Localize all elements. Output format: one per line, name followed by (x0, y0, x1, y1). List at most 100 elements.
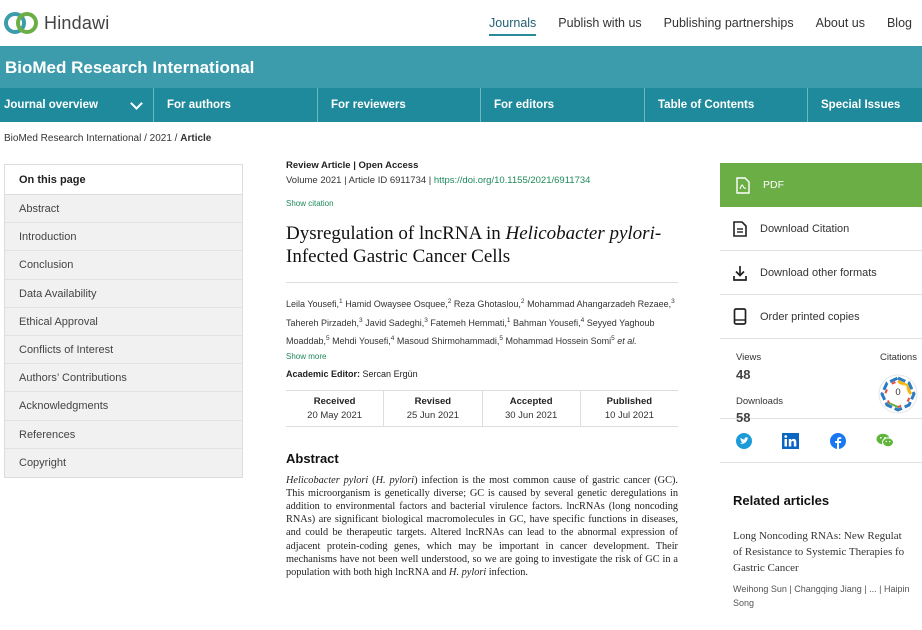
toc-item-acknowledgments[interactable]: Acknowledgments (5, 392, 242, 421)
abstract-italic: H. pylori (449, 566, 487, 578)
et-al: et al. (617, 336, 637, 346)
wechat-icon[interactable] (861, 433, 908, 448)
on-this-page-nav: On this page Abstract Introduction Concl… (4, 164, 243, 478)
date-value: 10 Jul 2021 (604, 409, 654, 421)
author-name[interactable]: Reza Ghotaslou, (454, 299, 521, 309)
author-name[interactable]: Javid Sadeghi, (365, 318, 424, 328)
document-icon (733, 220, 747, 237)
toc-item-abstract[interactable]: Abstract (5, 195, 242, 224)
download-formats-label: Download other formats (760, 266, 877, 279)
author-affiliation: 3 (424, 316, 428, 324)
nav-publish-with-us[interactable]: Publish with us (558, 0, 641, 46)
article-main: Review Article | Open Access Volume 2021… (286, 160, 678, 579)
abstract-heading: Abstract (286, 450, 339, 466)
related-article-title[interactable]: Long Noncoding RNAs: New Regulat of Resi… (733, 528, 922, 576)
title-part: Dysregulation of lncRNA in (286, 223, 506, 244)
nav-about-us[interactable]: About us (816, 0, 865, 46)
download-citation-button[interactable]: Download Citation (720, 207, 922, 251)
subnav-label: For authors (167, 99, 231, 111)
linkedin-icon[interactable] (767, 432, 814, 449)
downloads-label: Downloads (736, 396, 783, 407)
toc-item-data-availability[interactable]: Data Availability (5, 280, 242, 308)
facebook-icon[interactable] (814, 432, 861, 449)
author-affiliation: 2 (447, 298, 452, 305)
editor-name[interactable]: Sercan Ergün (363, 369, 418, 379)
breadcrumb-year[interactable]: 2021 (150, 133, 172, 144)
breadcrumb-current: Article (180, 133, 212, 144)
article-tools-panel: PDF Download Citation Download other for… (720, 163, 922, 610)
show-citation-link[interactable]: Show citation (286, 199, 678, 208)
author-list: Leila Yousefi, 1 Hamid Owaysee Osquee,2 R… (286, 294, 678, 350)
toc-item-references[interactable]: References (5, 421, 242, 449)
views-label: Views (736, 352, 762, 363)
subnav-table-of-contents[interactable]: Table of Contents (645, 88, 808, 122)
related-author-line: Weihong Sun | Changqing Jiang | ... | Ha… (733, 584, 910, 594)
abstract-span: infection. (486, 566, 528, 578)
subnav-for-authors[interactable]: For authors (154, 88, 318, 122)
toc-item-introduction[interactable]: Introduction (5, 223, 242, 252)
toc-item-authors-contributions[interactable]: Authors’ Contributions (5, 364, 242, 393)
dimensions-citation-badge[interactable]: 0 (878, 374, 918, 414)
date-label: Accepted (509, 395, 553, 407)
subnav-for-editors[interactable]: For editors (481, 88, 645, 122)
toc-item-conclusion[interactable]: Conclusion (5, 251, 242, 280)
subnav-label: Special Issues (821, 99, 901, 111)
date-revised: Revised 25 Jun 2021 (384, 390, 483, 426)
subnav-label: For editors (494, 99, 555, 111)
subnav-for-reviewers[interactable]: For reviewers (318, 88, 481, 122)
doi-link[interactable]: https://doi.org/10.1155/2021/6911734 (434, 175, 591, 186)
top-nav: Journals Publish with us Publishing part… (467, 0, 912, 46)
author-name[interactable]: Bahman Yousefi, (513, 318, 581, 328)
date-accepted: Accepted 30 Jun 2021 (483, 390, 581, 426)
abstract-italic: H. pylori (375, 474, 415, 486)
subnav-label: Journal overview (4, 99, 98, 111)
subnav-journal-overview[interactable]: Journal overview (0, 88, 154, 122)
top-header: Hindawi Journals Publish with us Publish… (0, 0, 922, 46)
author-affiliation: 5 (611, 335, 615, 342)
journal-title[interactable]: BioMed Research International (5, 58, 254, 78)
download-formats-button[interactable]: Download other formats (720, 251, 922, 295)
related-author-line: Song (733, 598, 755, 608)
show-more-authors-link[interactable]: Show more (286, 352, 678, 361)
date-label: Received (313, 395, 356, 407)
article-title: Dysregulation of lncRNA in Helicobacter … (286, 222, 678, 268)
pdf-download-button[interactable]: PDF (720, 163, 922, 207)
volume-id: Volume 2021 | Article ID 6911734 | (286, 175, 434, 186)
author-name[interactable]: Mehdi Yousefi, (332, 336, 391, 346)
nav-blog[interactable]: Blog (887, 0, 912, 46)
author-name[interactable]: Mohammad Ahangarzadeh Rezaee, (527, 299, 671, 309)
author-name[interactable]: Mohammad Hossein Somi (506, 336, 612, 346)
author-affiliation: 3 (359, 316, 363, 324)
order-printed-copies-button[interactable]: Order printed copies (720, 295, 922, 339)
chevron-down-icon (130, 97, 143, 110)
abstract-text: Helicobacter pylori (H. pylori) infectio… (286, 474, 678, 580)
author-name[interactable]: Tahereh Pirzadeh, (286, 318, 359, 328)
breadcrumb-journal[interactable]: BioMed Research International (4, 133, 141, 144)
hindawi-logo-icon (4, 12, 38, 34)
author-name[interactable]: Fatemeh Hemmati, (430, 318, 507, 328)
toc-item-ethical-approval[interactable]: Ethical Approval (5, 308, 242, 336)
views-count: 48 (736, 367, 751, 382)
toc-item-conflicts-of-interest[interactable]: Conflicts of Interest (5, 336, 242, 365)
date-value: 25 Jun 2021 (406, 409, 460, 421)
abstract-italic: Helicobacter pylori (286, 474, 369, 486)
editor-label: Academic Editor: (286, 368, 361, 379)
twitter-icon[interactable] (720, 432, 767, 449)
date-label: Revised (414, 395, 452, 407)
pdf-label: PDF (763, 179, 784, 191)
subnav-special-issues[interactable]: Special Issues (808, 88, 922, 122)
subnav-label: Table of Contents (658, 99, 755, 111)
abstract-span: ( (368, 474, 376, 486)
author-affiliation: 1 (506, 316, 511, 324)
nav-journals[interactable]: Journals (489, 0, 537, 46)
author-affiliation: 5 (499, 335, 504, 342)
author-name[interactable]: Leila Yousefi, (286, 299, 339, 309)
nav-publishing-partnerships[interactable]: Publishing partnerships (664, 0, 794, 46)
author-affiliation: 5 (326, 335, 330, 342)
author-name[interactable]: Hamid Owaysee Osquee, (345, 299, 448, 309)
toc-item-copyright[interactable]: Copyright (5, 449, 242, 477)
breadcrumb-separator: / (141, 133, 150, 144)
author-affiliation: 4 (580, 316, 585, 324)
hindawi-logo[interactable]: Hindawi (4, 9, 109, 37)
author-name[interactable]: Masoud Shirmohammadi, (397, 336, 500, 346)
